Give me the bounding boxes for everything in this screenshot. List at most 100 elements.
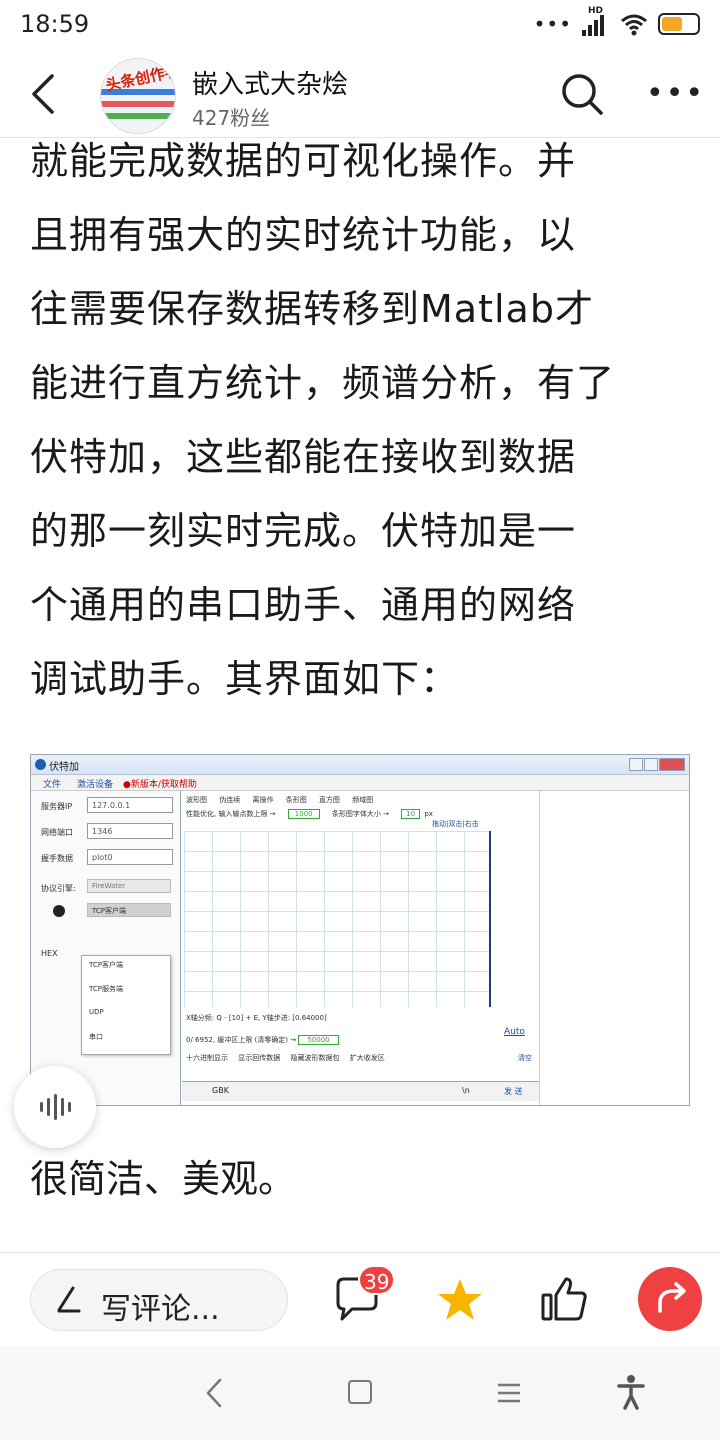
field-label: 协议引擎: <box>41 884 76 893</box>
article-image[interactable]: 伏特加 文件 激活设备 ●新版本/获取帮助 服务器IP 127.0.0.1 网络… <box>30 754 690 1106</box>
article-body: 就能完成数据的可视化操作。并 且拥有强大的实时统计功能，以 往需要保存数据转移到… <box>30 138 698 716</box>
signal-icon: HD <box>582 6 610 36</box>
article-line: 就能完成数据的可视化操作。并 <box>30 139 577 183</box>
dropdown-option: TCP服务端 <box>89 985 123 993</box>
menu-bar: 文件 激活设备 ●新版本/获取帮助 <box>31 775 689 791</box>
checkbox-label: 条形图 <box>285 796 307 804</box>
plot-cursor <box>489 831 491 1007</box>
window-title: 伏特加 <box>49 762 79 773</box>
field-value: plot0 <box>87 849 173 865</box>
nav-back-icon[interactable] <box>200 1376 230 1410</box>
window-titlebar: 伏特加 <box>31 755 689 775</box>
search-icon[interactable] <box>560 72 604 116</box>
encoding-value: GBK <box>212 1086 229 1095</box>
send-button: 发 送 <box>504 1087 523 1096</box>
pen-icon <box>57 1286 81 1313</box>
system-nav-bar <box>0 1346 720 1440</box>
field-value: 127.0.0.1 <box>87 797 173 813</box>
display-options: 十六进制显示 显示回传数据 隐藏波形数据包 扩大收发区 <box>186 1053 385 1063</box>
plot-options: 波形图 伪连续 离操作 条形图 直方图 频域图 <box>186 795 383 805</box>
wifi-icon <box>621 14 647 36</box>
action-bar: 写评论... 39 <box>0 1252 720 1346</box>
close-icon <box>659 758 685 771</box>
perf-row: 性能优化, 输入输点数上限 → 1000 条形图字体大小 → 10 px <box>186 809 443 819</box>
checkbox-label: 伪连续 <box>219 796 241 804</box>
back-arrow-icon[interactable] <box>24 70 64 118</box>
article-line: 且拥有强大的实时统计功能，以 <box>30 213 577 257</box>
buffer-row: 0/ 6952, 缓冲区上限 (清零确定) → 50000 <box>186 1035 339 1045</box>
checkbox-label: 波形图 <box>186 796 207 804</box>
article-header: 头条创作者 嵌入式大杂烩 427粉丝 ••• <box>0 52 720 138</box>
fans-count: 427粉丝 <box>192 106 271 130</box>
field-label: HEX <box>41 949 58 958</box>
right-strip <box>539 791 689 1105</box>
nav-home-icon[interactable] <box>348 1380 372 1404</box>
status-time: 18:59 <box>20 10 90 38</box>
connection-panel: 服务器IP 127.0.0.1 网络端口 1346 握手数据 plot0 协议引… <box>31 791 181 1105</box>
avatar[interactable]: 头条创作者 <box>100 58 176 134</box>
comment-input[interactable]: 写评论... <box>30 1269 288 1331</box>
option-label: 隐藏波形数据包 <box>290 1054 340 1062</box>
article-line: 个通用的串口助手、通用的网络 <box>30 583 577 627</box>
more-icon[interactable]: ••• <box>646 76 705 111</box>
buffer-label: 0/ 6952, 缓冲区上限 (清零确定) → <box>186 1036 297 1044</box>
notification-dots-icon: ••• <box>533 12 572 36</box>
article-line: 的那一刻实时完成。伏特加是一 <box>30 509 577 553</box>
minimize-icon <box>629 758 643 771</box>
record-icon <box>53 905 65 917</box>
dropdown-option: TCP客户端 <box>89 961 123 969</box>
field-label: 握手数据 <box>41 854 73 863</box>
status-bar: 18:59 ••• HD <box>0 0 720 52</box>
app-icon <box>35 759 46 770</box>
article-line: 伏特加，这些都能在接收到数据 <box>30 435 577 479</box>
nav-menu-icon[interactable] <box>496 1382 522 1404</box>
option-label: 显示回传数据 <box>238 1054 281 1062</box>
perf-label: 性能优化, 输入输点数上限 → <box>186 810 276 818</box>
font-value: 10 <box>401 809 421 819</box>
select-value: FireWater <box>87 879 171 893</box>
mode-dropdown: TCP客户端 TCP服务端 UDP 串口 <box>81 955 171 1055</box>
buffer-value: 50000 <box>298 1035 339 1045</box>
menu-item: ●新版本/获取帮助 <box>123 780 197 790</box>
checkbox-label: 离操作 <box>252 796 274 804</box>
clear-link: 清空 <box>518 1054 532 1062</box>
field-label: 服务器IP <box>41 802 73 811</box>
battery-icon <box>658 13 700 35</box>
plot-links: 拖动|双击|右击 <box>432 820 479 828</box>
option-label: 十六进制显示 <box>186 1054 228 1062</box>
article-closing: 很简洁、美观。 <box>30 1157 297 1201</box>
star-icon[interactable] <box>436 1277 484 1323</box>
send-bar: GBK \n 发 送 <box>182 1081 539 1101</box>
like-icon[interactable] <box>540 1275 588 1323</box>
checkbox-label: 频域图 <box>352 796 374 804</box>
option-label: 扩大收发区 <box>349 1054 385 1062</box>
perf-value: 1000 <box>287 809 320 819</box>
article-scroll-area[interactable]: 就能完成数据的可视化操作。并 且拥有强大的实时统计功能，以 往需要保存数据转移到… <box>0 138 720 1250</box>
menu-item: 文件 <box>43 780 62 790</box>
plot-grid <box>184 831 489 1007</box>
axis-info: X轴分频: Q - [10] + E, Y轴步进: [0.64000] <box>186 1014 327 1022</box>
article-line: 往需要保存数据转移到Matlab才 <box>30 287 594 331</box>
checkbox-label: 直方图 <box>318 796 340 804</box>
share-icon <box>658 1282 686 1313</box>
comment-placeholder: 写评论... <box>101 1292 220 1327</box>
account-name[interactable]: 嵌入式大杂烩 <box>192 64 348 101</box>
maximize-icon <box>644 758 658 771</box>
accessibility-icon[interactable] <box>616 1374 646 1410</box>
dropdown-option: UDP <box>89 1008 104 1016</box>
font-label: 条形图字体大小 → <box>331 810 389 818</box>
article-line: 能进行直方统计，频谱分析，有了 <box>30 361 616 405</box>
field-label: 网络端口 <box>41 828 73 837</box>
auto-link: Auto <box>504 1027 525 1037</box>
field-value: 1346 <box>87 823 173 839</box>
select-value: TCP客户端 <box>87 903 171 917</box>
article-line: 调试助手。其界面如下： <box>30 657 460 701</box>
font-unit: px <box>424 810 433 818</box>
newline-value: \n <box>462 1086 470 1095</box>
share-button[interactable] <box>638 1267 702 1331</box>
voice-read-button[interactable] <box>14 1066 96 1148</box>
menu-item: 激活设备 <box>77 780 114 790</box>
status-icons: ••• HD <box>533 6 700 36</box>
dropdown-option: 串口 <box>89 1033 103 1041</box>
comment-count-badge: 39 <box>358 1265 396 1295</box>
